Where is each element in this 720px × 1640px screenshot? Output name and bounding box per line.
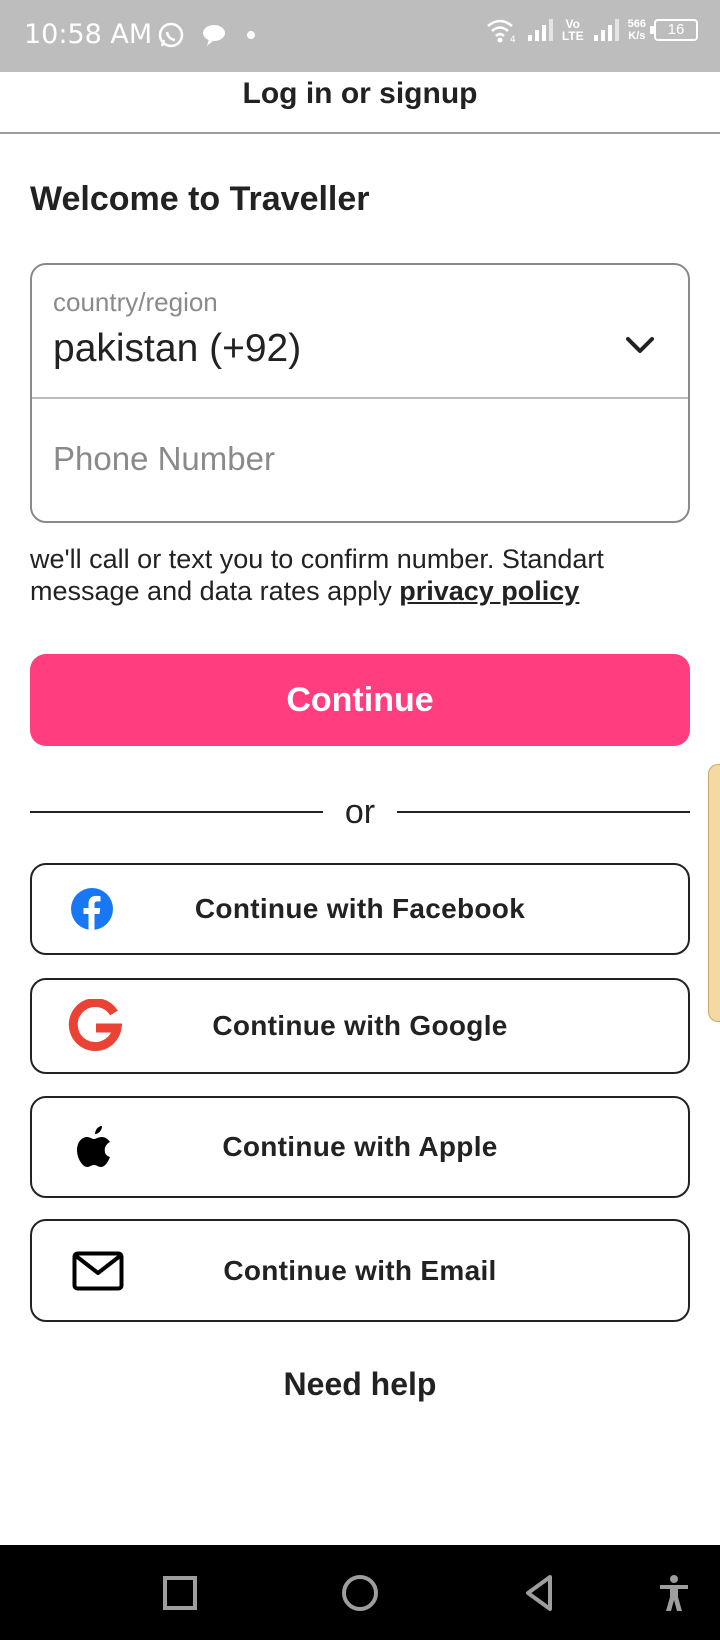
disclaimer-text: we'll call or text you to confirm number… — [30, 543, 690, 607]
page-header: Log in or signup — [0, 72, 720, 134]
chat-bubble-icon — [203, 25, 225, 46]
welcome-heading: Welcome to Traveller — [30, 180, 370, 218]
scrollbar-thumb[interactable] — [708, 764, 720, 1022]
status-notification-icons — [156, 20, 260, 50]
signal-icon — [527, 19, 553, 41]
back-triangle-icon[interactable] — [520, 1573, 560, 1613]
continue-with-google-button[interactable]: Continue with Google — [30, 978, 690, 1074]
apple-button-label: Continue with Apple — [222, 1131, 498, 1162]
phone-field — [32, 399, 688, 523]
or-divider: or — [30, 790, 690, 834]
privacy-policy-link[interactable]: privacy policy — [399, 576, 579, 606]
svg-text:4: 4 — [510, 35, 516, 44]
home-circle-icon[interactable] — [340, 1573, 380, 1613]
page-title: Log in or signup — [242, 77, 478, 110]
status-time: 10:58 AM — [24, 19, 153, 50]
divider-line-right — [397, 811, 690, 813]
facebook-button-label: Continue with Facebook — [194, 893, 526, 924]
recents-square-icon[interactable] — [160, 1573, 200, 1613]
continue-button[interactable]: Continue — [30, 654, 690, 746]
country-select[interactable]: country/region pakistan (+92) — [32, 265, 688, 399]
wifi-icon: 4 — [487, 19, 516, 44]
network-speed: 566 K/s — [628, 18, 646, 42]
battery-icon: 16 — [650, 19, 698, 41]
email-button-label: Continue with Email — [223, 1254, 497, 1286]
accessibility-icon[interactable] — [654, 1573, 694, 1613]
continue-with-facebook-button[interactable]: Continue with Facebook — [30, 863, 690, 955]
network-speed-value: 566 — [627, 18, 646, 30]
signal-icon — [593, 19, 619, 41]
login-form: country/region pakistan (+92) — [30, 263, 690, 523]
network-speed-unit: K/s — [628, 30, 646, 42]
volte-bottom: LTE — [561, 29, 584, 43]
dot-icon — [247, 31, 255, 39]
need-help-link[interactable]: Need help — [0, 1366, 720, 1403]
volte-indicator: Vo LTE — [562, 18, 584, 42]
phone-number-input[interactable] — [53, 433, 653, 485]
status-bar: 10:58 AM 4 Vo LTE 566 K/s 16 — [0, 0, 720, 72]
country-value: pakistan (+92) — [53, 327, 302, 370]
chevron-down-icon — [626, 337, 654, 353]
whatsapp-icon — [158, 22, 184, 48]
status-system-icons: 4 Vo LTE 566 K/s 16 — [486, 16, 698, 44]
google-button-label: Continue with Google — [212, 1010, 508, 1041]
continue-with-email-button[interactable]: Continue with Email — [30, 1219, 690, 1322]
system-nav-bar — [0, 1545, 720, 1640]
country-label: country/region — [53, 287, 218, 317]
continue-with-apple-button[interactable]: Continue with Apple — [30, 1096, 690, 1198]
